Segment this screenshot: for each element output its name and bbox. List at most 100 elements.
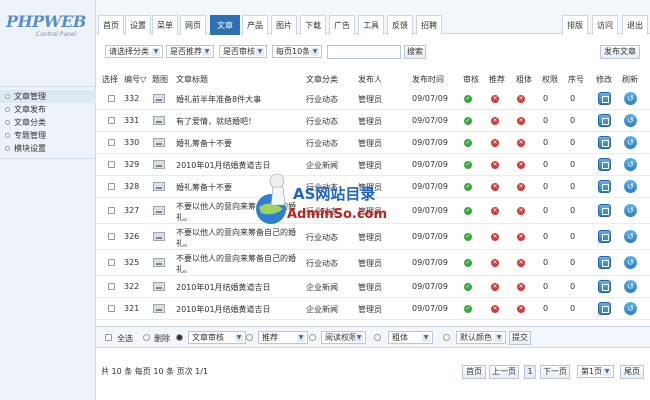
recommend-select[interactable]: 是否推荐 ▼ (166, 45, 214, 58)
next-page-button[interactable]: 下一页 (540, 365, 570, 379)
check-icon[interactable]: ✓ (464, 161, 472, 169)
audit-action-select[interactable]: 文章审核 ▼ (188, 331, 246, 344)
sidebar-item-article-publish[interactable]: 文章发布 (0, 103, 96, 116)
refresh-icon[interactable]: ↺ (624, 256, 637, 269)
bold-action-select[interactable]: 粗体 ▼ (388, 331, 433, 344)
tab-tools[interactable]: 工具 (358, 15, 384, 35)
row-title[interactable]: 2010年01月结婚黄道吉日 (176, 282, 304, 293)
cross-icon[interactable]: ✕ (517, 139, 525, 147)
refresh-icon[interactable]: ↺ (624, 114, 637, 127)
edit-icon[interactable] (598, 280, 611, 293)
check-icon[interactable]: ✓ (464, 139, 472, 147)
tab-pages[interactable]: 网页 (180, 15, 206, 35)
submit-button[interactable]: 提交 (509, 331, 531, 345)
tab-downloads[interactable]: 下载 (300, 15, 326, 35)
cross-icon[interactable]: ✕ (491, 139, 499, 147)
check-icon[interactable]: ✓ (464, 207, 472, 215)
row-checkbox[interactable] (108, 117, 115, 124)
tab-settings[interactable]: 设置 (125, 15, 151, 35)
check-icon[interactable]: ✓ (464, 183, 472, 191)
cross-icon[interactable]: ✕ (517, 183, 525, 191)
color-radio[interactable] (443, 334, 450, 341)
first-page-button[interactable]: 首页 (462, 365, 486, 379)
row-title[interactable]: 婚礼前半年准备8件大事 (176, 94, 304, 105)
search-button[interactable]: 搜索 (404, 45, 426, 59)
cross-icon[interactable]: ✕ (491, 233, 499, 241)
cross-icon[interactable]: ✕ (517, 305, 525, 313)
row-checkbox[interactable] (108, 95, 115, 102)
row-checkbox[interactable] (108, 305, 115, 312)
edit-icon[interactable] (598, 302, 611, 315)
row-checkbox[interactable] (108, 207, 115, 214)
row-title[interactable]: 有了爱情，就结婚吧！ (176, 116, 304, 127)
tab-logout[interactable]: 退出 (622, 15, 648, 35)
cross-icon[interactable]: ✕ (491, 183, 499, 191)
row-checkbox[interactable] (108, 161, 115, 168)
bold-radio[interactable] (374, 334, 381, 341)
refresh-icon[interactable]: ↺ (624, 302, 637, 315)
check-icon[interactable]: ✓ (464, 95, 472, 103)
edit-icon[interactable] (598, 92, 611, 105)
row-title[interactable]: 2010年01月结婚黄道吉日 (176, 304, 304, 315)
cross-icon[interactable]: ✕ (491, 117, 499, 125)
tab-products[interactable]: 产品 (242, 15, 268, 35)
row-title[interactable]: 婚礼筹备十不要 (176, 138, 304, 149)
row-checkbox[interactable] (108, 233, 115, 240)
check-icon[interactable]: ✓ (464, 305, 472, 313)
tab-feedback[interactable]: 反馈 (387, 15, 413, 35)
cross-icon[interactable]: ✕ (517, 117, 525, 125)
row-checkbox[interactable] (108, 183, 115, 190)
recommend-action-select[interactable]: 推荐 ▼ (258, 331, 308, 344)
refresh-icon[interactable]: ↺ (624, 180, 637, 193)
tab-jobs[interactable]: 招聘 (416, 15, 442, 35)
delete-radio[interactable] (143, 334, 150, 341)
tab-menu[interactable]: 菜单 (152, 15, 178, 35)
category-select[interactable]: 请选择分类 ▼ (105, 45, 163, 58)
refresh-icon[interactable]: ↺ (624, 136, 637, 149)
edit-icon[interactable] (598, 204, 611, 217)
perpage-select[interactable]: 每页10条 ▼ (272, 45, 322, 58)
cross-icon[interactable]: ✕ (517, 233, 525, 241)
cross-icon[interactable]: ✕ (491, 259, 499, 267)
tab-articles[interactable]: 文章 (210, 15, 240, 35)
edit-icon[interactable] (598, 114, 611, 127)
tab-images[interactable]: 图片 (271, 15, 297, 35)
prev-page-button[interactable]: 上一页 (489, 365, 519, 379)
check-icon[interactable]: ✓ (464, 117, 472, 125)
sidebar-item-topic-manage[interactable]: 专题管理 (0, 129, 96, 142)
search-input[interactable] (327, 45, 401, 59)
sidebar-item-article-category[interactable]: 文章分类 (0, 116, 96, 129)
check-icon[interactable]: ✓ (464, 233, 472, 241)
check-icon[interactable]: ✓ (464, 259, 472, 267)
publish-article-button[interactable]: 发布文章 (600, 45, 640, 59)
color-action-select[interactable]: 默认颜色 ▼ (456, 331, 506, 344)
audit-select[interactable]: 是否审核 ▼ (219, 45, 267, 58)
refresh-icon[interactable]: ↺ (624, 230, 637, 243)
edit-icon[interactable] (598, 180, 611, 193)
sidebar-item-article-manage[interactable]: 文章管理 (0, 90, 96, 103)
edit-icon[interactable] (598, 158, 611, 171)
row-checkbox[interactable] (108, 259, 115, 266)
cross-icon[interactable]: ✕ (491, 95, 499, 103)
select-all-checkbox[interactable] (105, 334, 112, 341)
cross-icon[interactable]: ✕ (517, 95, 525, 103)
tab-layout[interactable]: 排版 (562, 15, 588, 35)
permission-radio[interactable] (309, 334, 316, 341)
header-id[interactable]: 编号▽ (124, 72, 146, 88)
permission-action-select[interactable]: 阅读权限 ▼ (321, 331, 366, 344)
cross-icon[interactable]: ✕ (491, 305, 499, 313)
refresh-icon[interactable]: ↺ (624, 92, 637, 105)
page-select[interactable]: 第1页 ▼ (577, 365, 614, 378)
cross-icon[interactable]: ✕ (517, 283, 525, 291)
refresh-icon[interactable]: ↺ (624, 280, 637, 293)
recommend-radio[interactable] (246, 334, 253, 341)
cross-icon[interactable]: ✕ (491, 283, 499, 291)
cross-icon[interactable]: ✕ (517, 259, 525, 267)
tab-ads[interactable]: 广告 (329, 15, 355, 35)
edit-icon[interactable] (598, 256, 611, 269)
row-title[interactable]: 不要以他人的意向来筹备自己的婚 礼。 (176, 253, 304, 275)
row-checkbox[interactable] (108, 283, 115, 290)
refresh-icon[interactable]: ↺ (624, 158, 637, 171)
tab-home[interactable]: 首页 (98, 15, 124, 35)
tab-visit[interactable]: 访问 (592, 15, 618, 35)
